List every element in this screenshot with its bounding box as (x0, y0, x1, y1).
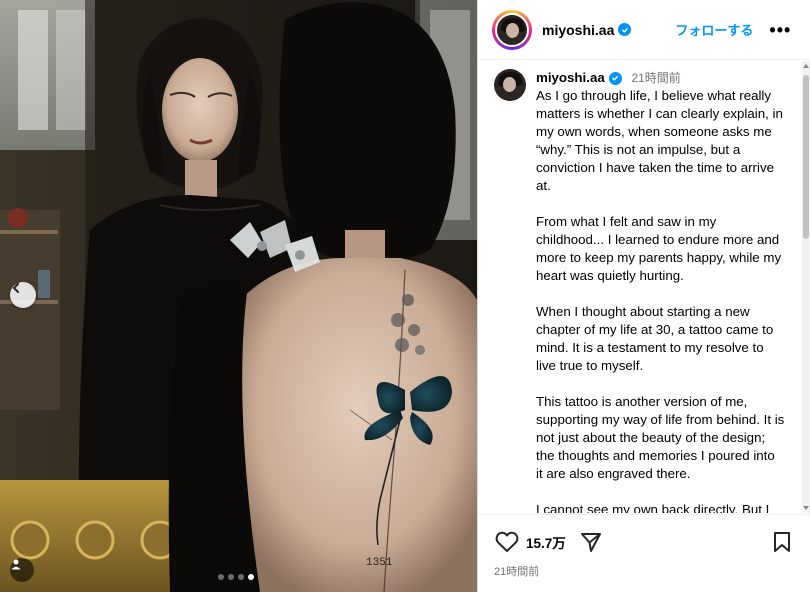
save-button[interactable] (769, 529, 795, 555)
paper-plane-icon (580, 533, 601, 552)
scrollbar[interactable] (802, 61, 810, 513)
post-caption: miyoshi.aa 21時間前 As I go through life, I… (478, 61, 810, 513)
comments-scroll-area[interactable]: miyoshi.aa 21時間前 As I go through life, I… (478, 61, 810, 513)
follow-button[interactable]: フォローする (675, 20, 753, 39)
caption-paragraph: I cannot see my own back directly. But I (536, 502, 770, 513)
caption-paragraph: As I go through life, I believe what rea… (536, 88, 783, 193)
previous-photo-button[interactable] (10, 282, 36, 308)
post-actions: 15.7万 21時間前 (478, 514, 810, 592)
carousel-dot (238, 574, 244, 580)
heart-icon (495, 531, 519, 552)
carousel-dot (228, 574, 234, 580)
post-media[interactable]: 1351 (0, 0, 477, 592)
like-button[interactable] (494, 529, 520, 555)
post-photo: 1351 (0, 0, 477, 592)
post-header: miyoshi.aa フォローする ••• (478, 0, 810, 60)
like-count[interactable]: 15.7万 (526, 532, 566, 552)
verified-badge-icon (618, 23, 632, 36)
tagged-users-button[interactable] (10, 558, 34, 582)
author-avatar[interactable] (495, 12, 529, 47)
post-timestamp[interactable]: 21時間前 (478, 555, 810, 579)
person-tag-icon (11, 559, 21, 570)
scrollbar-thumb[interactable] (803, 75, 809, 239)
carousel-indicator (218, 574, 254, 580)
caption-paragraph: From what I felt and saw in my childhood… (536, 214, 782, 283)
more-options-button[interactable]: ••• (769, 21, 791, 39)
caption-timestamp[interactable]: 21時間前 (631, 71, 680, 85)
chevron-left-icon (12, 283, 19, 293)
verified-badge-icon (608, 71, 622, 85)
caption-paragraph: When I thought about starting a new chap… (536, 304, 774, 373)
bookmark-icon (774, 532, 790, 552)
carousel-dot-active (248, 574, 254, 580)
share-button[interactable] (578, 529, 604, 555)
carousel-dot (218, 574, 224, 580)
scroll-down-arrow[interactable] (803, 506, 809, 510)
tattoo-number: 1351 (366, 557, 393, 569)
scroll-up-arrow[interactable] (803, 64, 809, 68)
caption-author-avatar[interactable] (494, 69, 526, 101)
caption-username[interactable]: miyoshi.aa (536, 69, 622, 87)
author-username[interactable]: miyoshi.aa (542, 22, 632, 38)
caption-text: As I go through life, I believe what rea… (536, 87, 785, 513)
author-story-ring[interactable] (492, 9, 532, 50)
caption-paragraph: This tattoo is another version of me, su… (536, 394, 785, 481)
post-side-panel: miyoshi.aa フォローする ••• miyoshi.aa 21時間前 A… (477, 0, 810, 592)
